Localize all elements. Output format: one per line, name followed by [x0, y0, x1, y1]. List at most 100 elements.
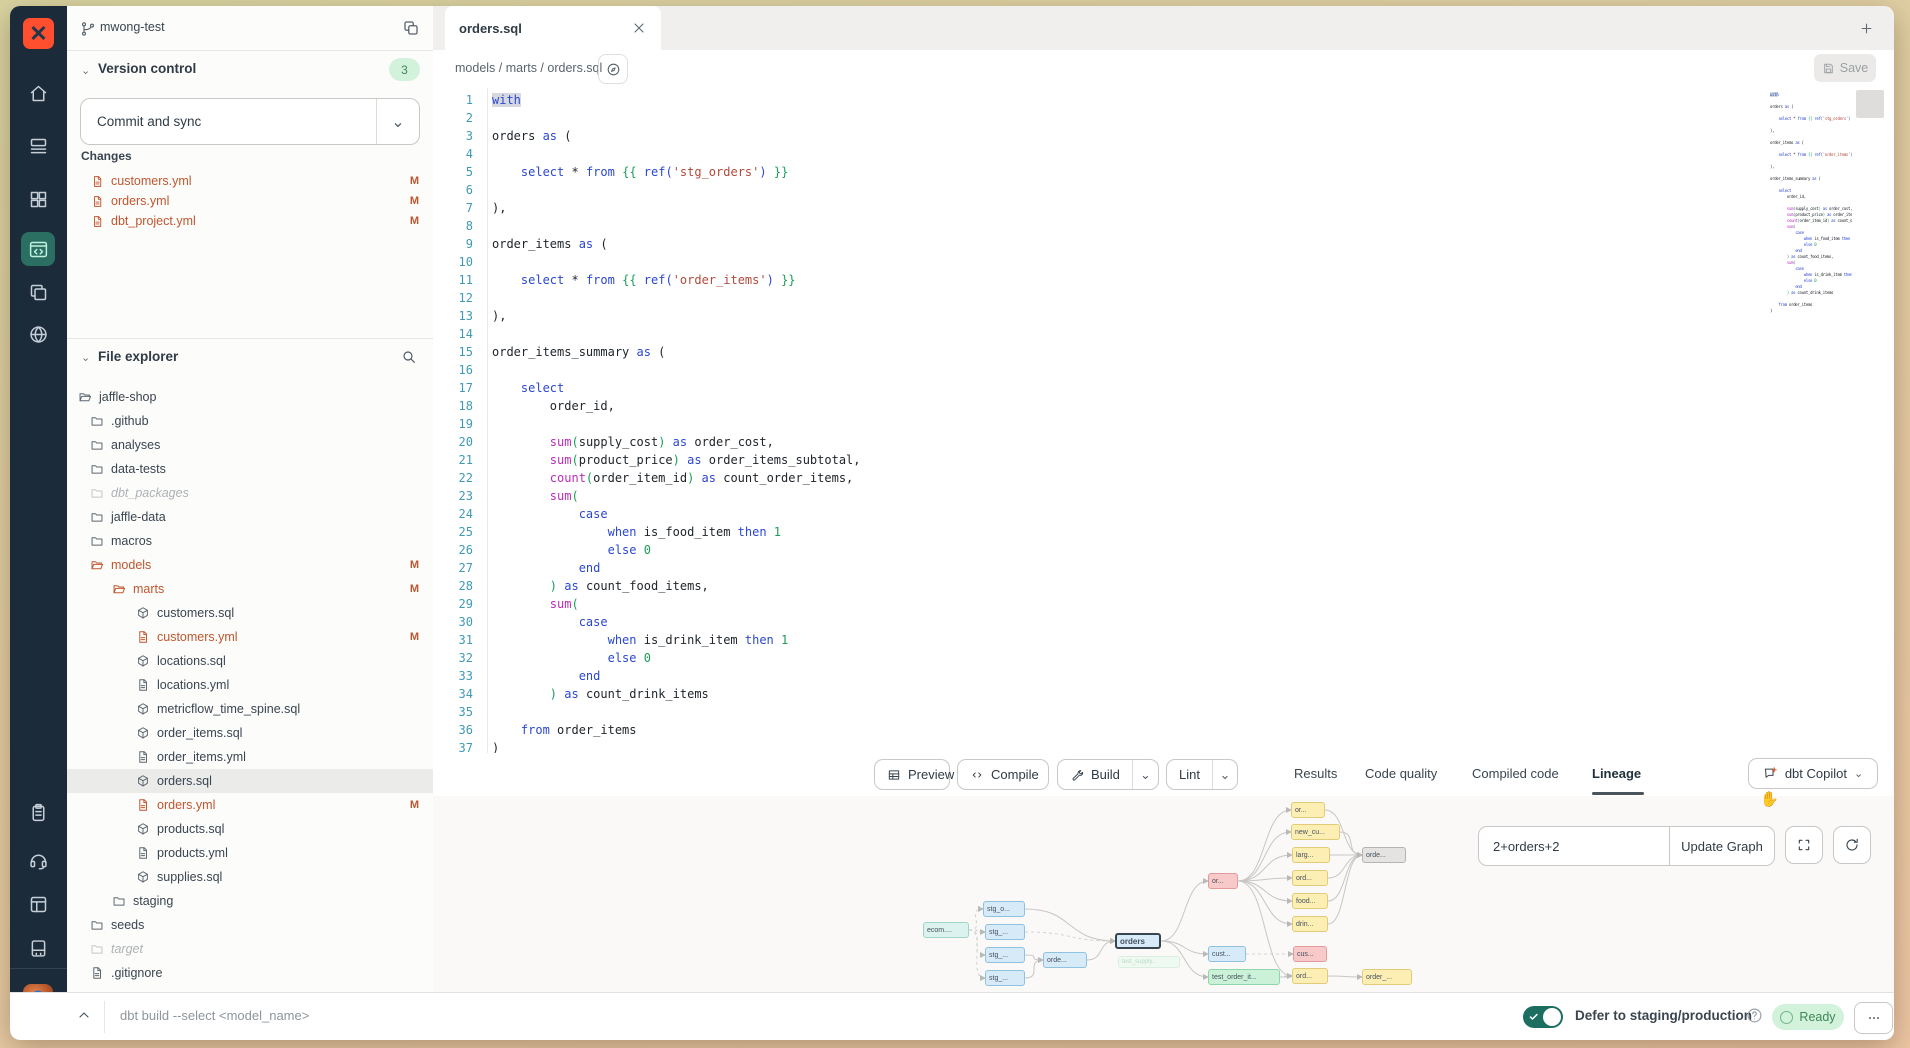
- tree-item-customers-yml[interactable]: customers.ymlM: [67, 625, 433, 649]
- search-icon[interactable]: [401, 349, 417, 365]
- file-explorer-title[interactable]: File explorer: [98, 349, 178, 364]
- lineage-node-orde[interactable]: orde...: [1043, 952, 1087, 968]
- branch-name[interactable]: mwong-test: [100, 20, 165, 34]
- modified-badge: M: [410, 175, 419, 187]
- dbt-copilot-button[interactable]: dbt Copilot ⌄: [1748, 758, 1878, 789]
- lint-button[interactable]: Lint⌄: [1166, 759, 1238, 790]
- notebook-icon[interactable]: [24, 934, 52, 962]
- lineage-node-larg[interactable]: larg...: [1292, 847, 1330, 863]
- lineage-node-stg[interactable]: stg_...: [985, 970, 1025, 986]
- tab-lineage[interactable]: Lineage: [1592, 753, 1641, 793]
- lineage-node-food[interactable]: food...: [1292, 893, 1328, 909]
- tree-item-seeds[interactable]: seeds: [67, 913, 433, 937]
- tab-code-quality[interactable]: Code quality: [1365, 753, 1437, 793]
- lineage-node-cust[interactable]: cust...: [1208, 946, 1246, 962]
- tree-item-orders-sql[interactable]: orders.sql: [67, 769, 433, 793]
- lineage-node-ord[interactable]: ord...: [1292, 870, 1328, 886]
- more-options-button[interactable]: [1854, 1002, 1893, 1034]
- lineage-node-newcu[interactable]: new_cu...: [1291, 824, 1340, 840]
- chevron-down-icon[interactable]: ⌄: [81, 64, 90, 77]
- globe-icon[interactable]: [24, 320, 52, 348]
- changed-file[interactable]: customers.ymlM: [67, 171, 433, 191]
- new-tab-button[interactable]: [1854, 16, 1878, 40]
- tree-item-models[interactable]: modelsM: [67, 553, 433, 577]
- frames-icon[interactable]: [24, 278, 52, 306]
- update-graph-button[interactable]: Update Graph: [1669, 827, 1774, 865]
- editor-minimap[interactable]: 1with23orders as (45 select * from {{ re…: [1770, 92, 1852, 318]
- chevron-up-icon[interactable]: [76, 1007, 92, 1023]
- defer-toggle[interactable]: [1523, 1006, 1563, 1028]
- lineage-node-or[interactable]: or...: [1208, 873, 1238, 889]
- grid-icon[interactable]: [24, 185, 52, 213]
- tree-item-jaffle-data[interactable]: jaffle-data: [67, 505, 433, 529]
- lineage-node-orde[interactable]: orde...: [1362, 847, 1406, 863]
- tree-item-products-sql[interactable]: products.sql: [67, 817, 433, 841]
- tree-item-products-yml[interactable]: products.yml: [67, 841, 433, 865]
- changed-file[interactable]: dbt_project.ymlM: [67, 211, 433, 231]
- tree-item-staging[interactable]: staging: [67, 889, 433, 913]
- compile-button[interactable]: Compile: [957, 759, 1049, 790]
- code-window-icon[interactable]: [21, 232, 55, 266]
- code-editor[interactable]: 1with23orders as (45 select * from {{ re…: [433, 88, 1894, 753]
- build-options-chevron[interactable]: ⌄: [1132, 760, 1158, 789]
- home-icon[interactable]: [24, 79, 52, 107]
- refresh-button[interactable]: [1833, 826, 1871, 864]
- preview-button[interactable]: Preview: [874, 759, 950, 790]
- lineage-node-stg[interactable]: stg_...: [985, 924, 1025, 940]
- commit-options-chevron[interactable]: ⌄: [376, 99, 419, 144]
- build-button[interactable]: Build⌄: [1057, 759, 1159, 790]
- lineage-selector-input[interactable]: 2+orders+2: [1479, 827, 1669, 865]
- tree-item-locations-yml[interactable]: locations.yml: [67, 673, 433, 697]
- tree-item-analyses[interactable]: analyses: [67, 433, 433, 457]
- tree-item-target[interactable]: target: [67, 937, 433, 961]
- lineage-node-ord[interactable]: ord...: [1292, 968, 1328, 984]
- close-tab-icon[interactable]: [631, 20, 647, 36]
- tree-item-supplies-sql[interactable]: supplies.sql: [67, 865, 433, 889]
- dbt-logo[interactable]: ✕: [23, 18, 54, 49]
- chevron-down-icon[interactable]: ⌄: [81, 351, 90, 364]
- tree-item-locations-sql[interactable]: locations.sql: [67, 649, 433, 673]
- tree-item-data-tests[interactable]: data-tests: [67, 457, 433, 481]
- tree-item-marts[interactable]: martsM: [67, 577, 433, 601]
- lineage-node-stg[interactable]: stg_...: [985, 947, 1025, 963]
- open-in-lineage-icon[interactable]: [598, 54, 628, 84]
- tab-results[interactable]: Results: [1294, 753, 1337, 793]
- code-line: 1with: [433, 91, 1894, 109]
- tree-item-macros[interactable]: macros: [67, 529, 433, 553]
- clipboard-icon[interactable]: [24, 798, 52, 826]
- commit-and-sync-button[interactable]: Commit and sync ⌄: [80, 98, 420, 145]
- editor-scrollbar-thumb[interactable]: [1856, 90, 1884, 118]
- help-icon[interactable]: [1746, 1007, 1763, 1024]
- headset-icon[interactable]: [24, 846, 52, 874]
- tree-item--github[interactable]: .github: [67, 409, 433, 433]
- lineage-node-order[interactable]: order_...: [1362, 969, 1412, 985]
- copy-branch-icon[interactable]: [402, 19, 420, 37]
- tree-item-order-items-yml[interactable]: order_items.yml: [67, 745, 433, 769]
- docs-icon[interactable]: [24, 890, 52, 918]
- tree-item-customers-sql[interactable]: customers.sql: [67, 601, 433, 625]
- stack-icon[interactable]: [24, 132, 52, 160]
- tree-item-metricflow-time-spine-sql[interactable]: metricflow_time_spine.sql: [67, 697, 433, 721]
- version-control-title[interactable]: Version control: [98, 61, 196, 76]
- tree-item-order-items-sql[interactable]: order_items.sql: [67, 721, 433, 745]
- lineage-node-ecom[interactable]: ecom....: [923, 922, 969, 938]
- lineage-node-drin[interactable]: drin...: [1292, 916, 1328, 932]
- lineage-node-testsupply[interactable]: test_supply...: [1118, 956, 1180, 968]
- lint-options-chevron[interactable]: ⌄: [1212, 760, 1237, 789]
- tree-item-dbt-packages[interactable]: dbt_packages: [67, 481, 433, 505]
- tree-item-orders-yml[interactable]: orders.ymlM: [67, 793, 433, 817]
- lineage-node-testorderit[interactable]: test_order_it...: [1208, 969, 1280, 985]
- code-line: 15order_items_summary as (: [433, 343, 1894, 361]
- tree-item--gitignore[interactable]: .gitignore: [67, 961, 433, 985]
- fullscreen-button[interactable]: [1785, 826, 1823, 864]
- tree-item-jaffle-shop[interactable]: jaffle-shop: [67, 385, 433, 409]
- lineage-node-or[interactable]: or...: [1291, 802, 1325, 818]
- lineage-node-cus[interactable]: cus...: [1293, 946, 1327, 962]
- tab-compiled-code[interactable]: Compiled code: [1472, 753, 1559, 793]
- save-button[interactable]: Save: [1814, 54, 1876, 82]
- tab-orders-sql[interactable]: orders.sql: [445, 6, 661, 50]
- lineage-node-orders[interactable]: orders: [1115, 933, 1161, 949]
- lineage-node-stgo[interactable]: stg_o...: [983, 901, 1025, 917]
- command-input[interactable]: dbt build --select <model_name>: [120, 1008, 309, 1023]
- changed-file[interactable]: orders.ymlM: [67, 191, 433, 211]
